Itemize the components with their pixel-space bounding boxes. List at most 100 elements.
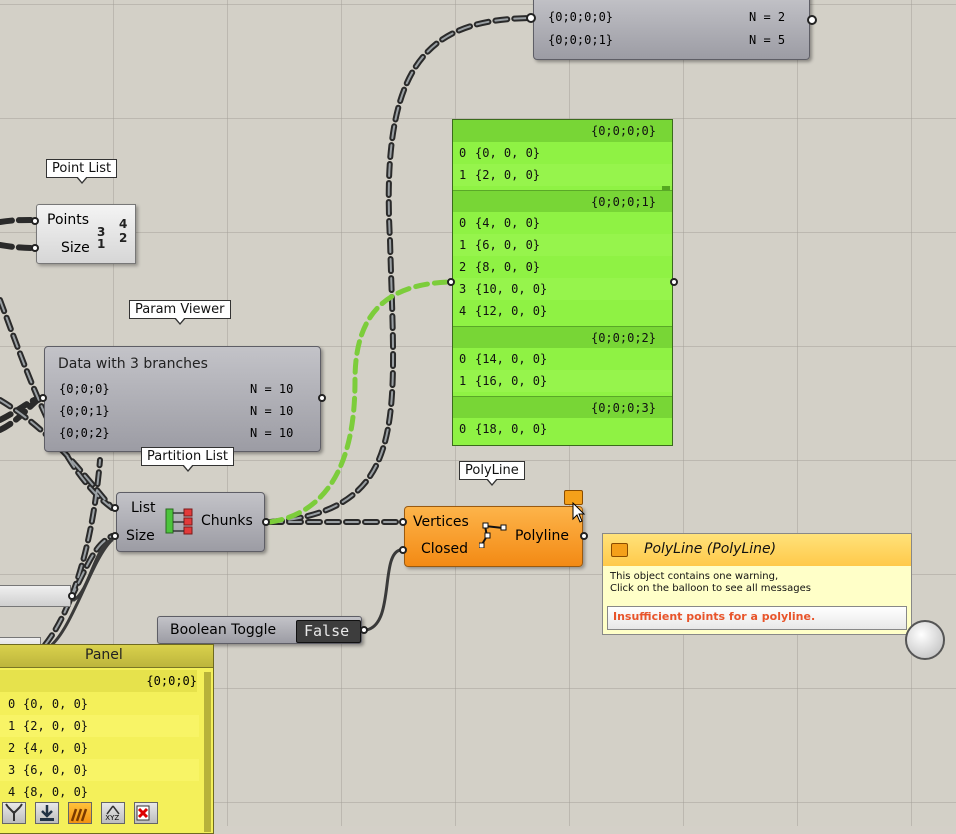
input-points[interactable]: Points <box>47 212 89 228</box>
input-size[interactable]: Size <box>126 528 155 544</box>
viewer-output-grip[interactable] <box>318 394 326 402</box>
wire-to-points <box>0 217 37 225</box>
partition-list-tag: Partition List <box>141 447 235 472</box>
input-vertices[interactable]: Vertices <box>413 514 469 530</box>
boolean-toggle-component[interactable]: Boolean Toggle False <box>157 616 362 644</box>
viewer-row-path: {0;0;0} <box>59 382 110 396</box>
row-value: {8, 0, 0} <box>475 260 541 274</box>
xyz-icon[interactable]: XYZ <box>101 802 126 824</box>
toggle-value-button[interactable]: False <box>296 620 361 643</box>
panel-branch-header: {0;0;0;2} <box>453 326 672 349</box>
panel-row: 1 {6, 0, 0} <box>453 234 672 256</box>
list-grip[interactable] <box>111 504 119 512</box>
row-index: 0 <box>459 146 467 160</box>
top-row-2: {0;0;0;1} <box>548 33 613 47</box>
panel-branch-header: {0;0;0;3} <box>453 396 672 419</box>
panel-branch-header: {0;0;0} <box>0 670 197 692</box>
row-value: {12, 0, 0} <box>475 304 548 318</box>
row-value: {0, 0, 0} <box>23 697 89 711</box>
output-chunks[interactable]: Chunks <box>201 513 253 529</box>
slider-1-grip[interactable] <box>68 592 76 600</box>
bake-icon[interactable] <box>35 802 60 824</box>
panel-row: 1 {16, 0, 0} <box>453 370 672 392</box>
row-value: {14, 0, 0} <box>475 352 548 366</box>
top-input-grip[interactable] <box>526 13 536 23</box>
panel-row: 2 {8, 0, 0} <box>453 256 672 278</box>
size-grip[interactable] <box>111 532 119 540</box>
viewer-row-count: N = 10 <box>250 426 294 440</box>
panel-row: 3 {6, 0, 0} <box>0 759 199 781</box>
balloon-icon <box>611 543 628 557</box>
top-row-1: {0;0;0;0} <box>548 10 613 24</box>
mouse-cursor <box>572 502 586 523</box>
chunks-grip[interactable] <box>262 518 270 526</box>
tooltip-header: PolyLine (PolyLine) <box>603 534 911 566</box>
bottom-toolbar: XYZ <box>0 800 162 828</box>
panel-row: 0 {0, 0, 0} <box>453 142 672 164</box>
panel-row: 0 {4, 0, 0} <box>453 212 672 234</box>
panel-row: 2 {4, 0, 0} <box>0 737 199 759</box>
slider-left-1[interactable] <box>0 585 71 607</box>
row-value: {2, 0, 0} <box>23 719 89 733</box>
top-row-2-count: N = 5 <box>749 33 786 47</box>
row-index: 0 <box>459 352 467 366</box>
partition-list-component[interactable]: List Size Chunks <box>116 492 265 552</box>
point-list-component[interactable]: Points Size 3 4 1 2 <box>36 204 136 264</box>
input-closed[interactable]: Closed <box>421 541 468 557</box>
row-index: 1 <box>459 168 467 182</box>
row-index: 0 <box>459 422 467 436</box>
param-viewer-component[interactable]: Data with 3 branches {0;0;0} N = 10 {0;0… <box>44 346 321 452</box>
output-polyline[interactable]: Polyline <box>515 528 569 544</box>
closed-grip[interactable] <box>399 546 407 554</box>
branch-path: {0;0;0;1} <box>548 33 614 47</box>
panel-row: 1 {2, 0, 0} <box>0 715 199 737</box>
panel-row: 0 {0, 0, 0} <box>0 693 199 715</box>
row-index: 1 <box>459 238 467 252</box>
circle-handle[interactable] <box>905 620 945 660</box>
polyline-component[interactable]: Vertices Closed Polyline <box>404 506 583 567</box>
row-index: 2 <box>8 741 16 755</box>
delete-icon[interactable] <box>134 802 159 824</box>
panel-branch-header: {0;0;0;0} <box>453 120 672 142</box>
row-value: {10, 0, 0} <box>475 282 548 296</box>
row-index: 4 <box>459 304 467 318</box>
green-panel[interactable]: {0;0;0;0} 0 {0, 0, 0} 1 {2, 0, 0} {0;0;0;1} 0 {… <box>452 119 673 446</box>
panel-row: 1 {2, 0, 0} <box>453 164 672 186</box>
top-row-1-count: N = 2 <box>749 10 786 24</box>
param-viewer-tag: Param Viewer <box>129 300 231 325</box>
viewer-row-path: {0;0;2} <box>59 426 110 440</box>
input-list[interactable]: List <box>131 500 155 516</box>
row-value: {16, 0, 0} <box>475 374 548 388</box>
partition-icon <box>165 507 193 535</box>
toggle-value: False <box>304 622 350 640</box>
row-value: {0, 0, 0} <box>475 146 541 160</box>
green-panel-output-grip[interactable] <box>670 278 678 286</box>
row-value: {4, 0, 0} <box>23 741 89 755</box>
warning-tooltip: PolyLine (PolyLine) This object contains… <box>602 533 912 635</box>
row-value: {6, 0, 0} <box>475 238 541 252</box>
input-size[interactable]: Size <box>61 240 90 256</box>
row-index: 3 <box>8 763 16 777</box>
panel-branch-header: {0;0;0;1} <box>453 190 672 213</box>
green-panel-input-grip[interactable] <box>447 278 455 286</box>
tree-icon[interactable] <box>2 802 26 824</box>
glyph-digit: 4 <box>119 217 128 231</box>
vertices-grip[interactable] <box>399 518 407 526</box>
output-grip[interactable] <box>807 15 817 25</box>
warning-message: Insufficient points for a polyline. <box>613 610 816 623</box>
preview-icon[interactable] <box>68 802 93 824</box>
panel-title: Panel <box>85 647 123 663</box>
top-param-viewer[interactable]: {0;0;0;0} N = 2 {0;0;0;1} N = 5 <box>533 0 817 60</box>
panel-row: 0 {18, 0, 0} <box>453 418 672 440</box>
param-viewer-title: Data with 3 branches <box>58 356 208 372</box>
row-index: 1 <box>8 719 16 733</box>
size-grip[interactable] <box>31 244 39 252</box>
panel-row: 3 {10, 0, 0} <box>453 278 672 300</box>
polyline-output-grip[interactable] <box>580 532 588 540</box>
panel-scrollbar[interactable] <box>204 672 211 832</box>
panel-row: 0 {14, 0, 0} <box>453 348 672 370</box>
points-grip[interactable] <box>31 217 39 225</box>
viewer-input-grip[interactable] <box>39 394 47 402</box>
toggle-output-grip[interactable] <box>360 626 368 634</box>
row-value: {2, 0, 0} <box>475 168 541 182</box>
